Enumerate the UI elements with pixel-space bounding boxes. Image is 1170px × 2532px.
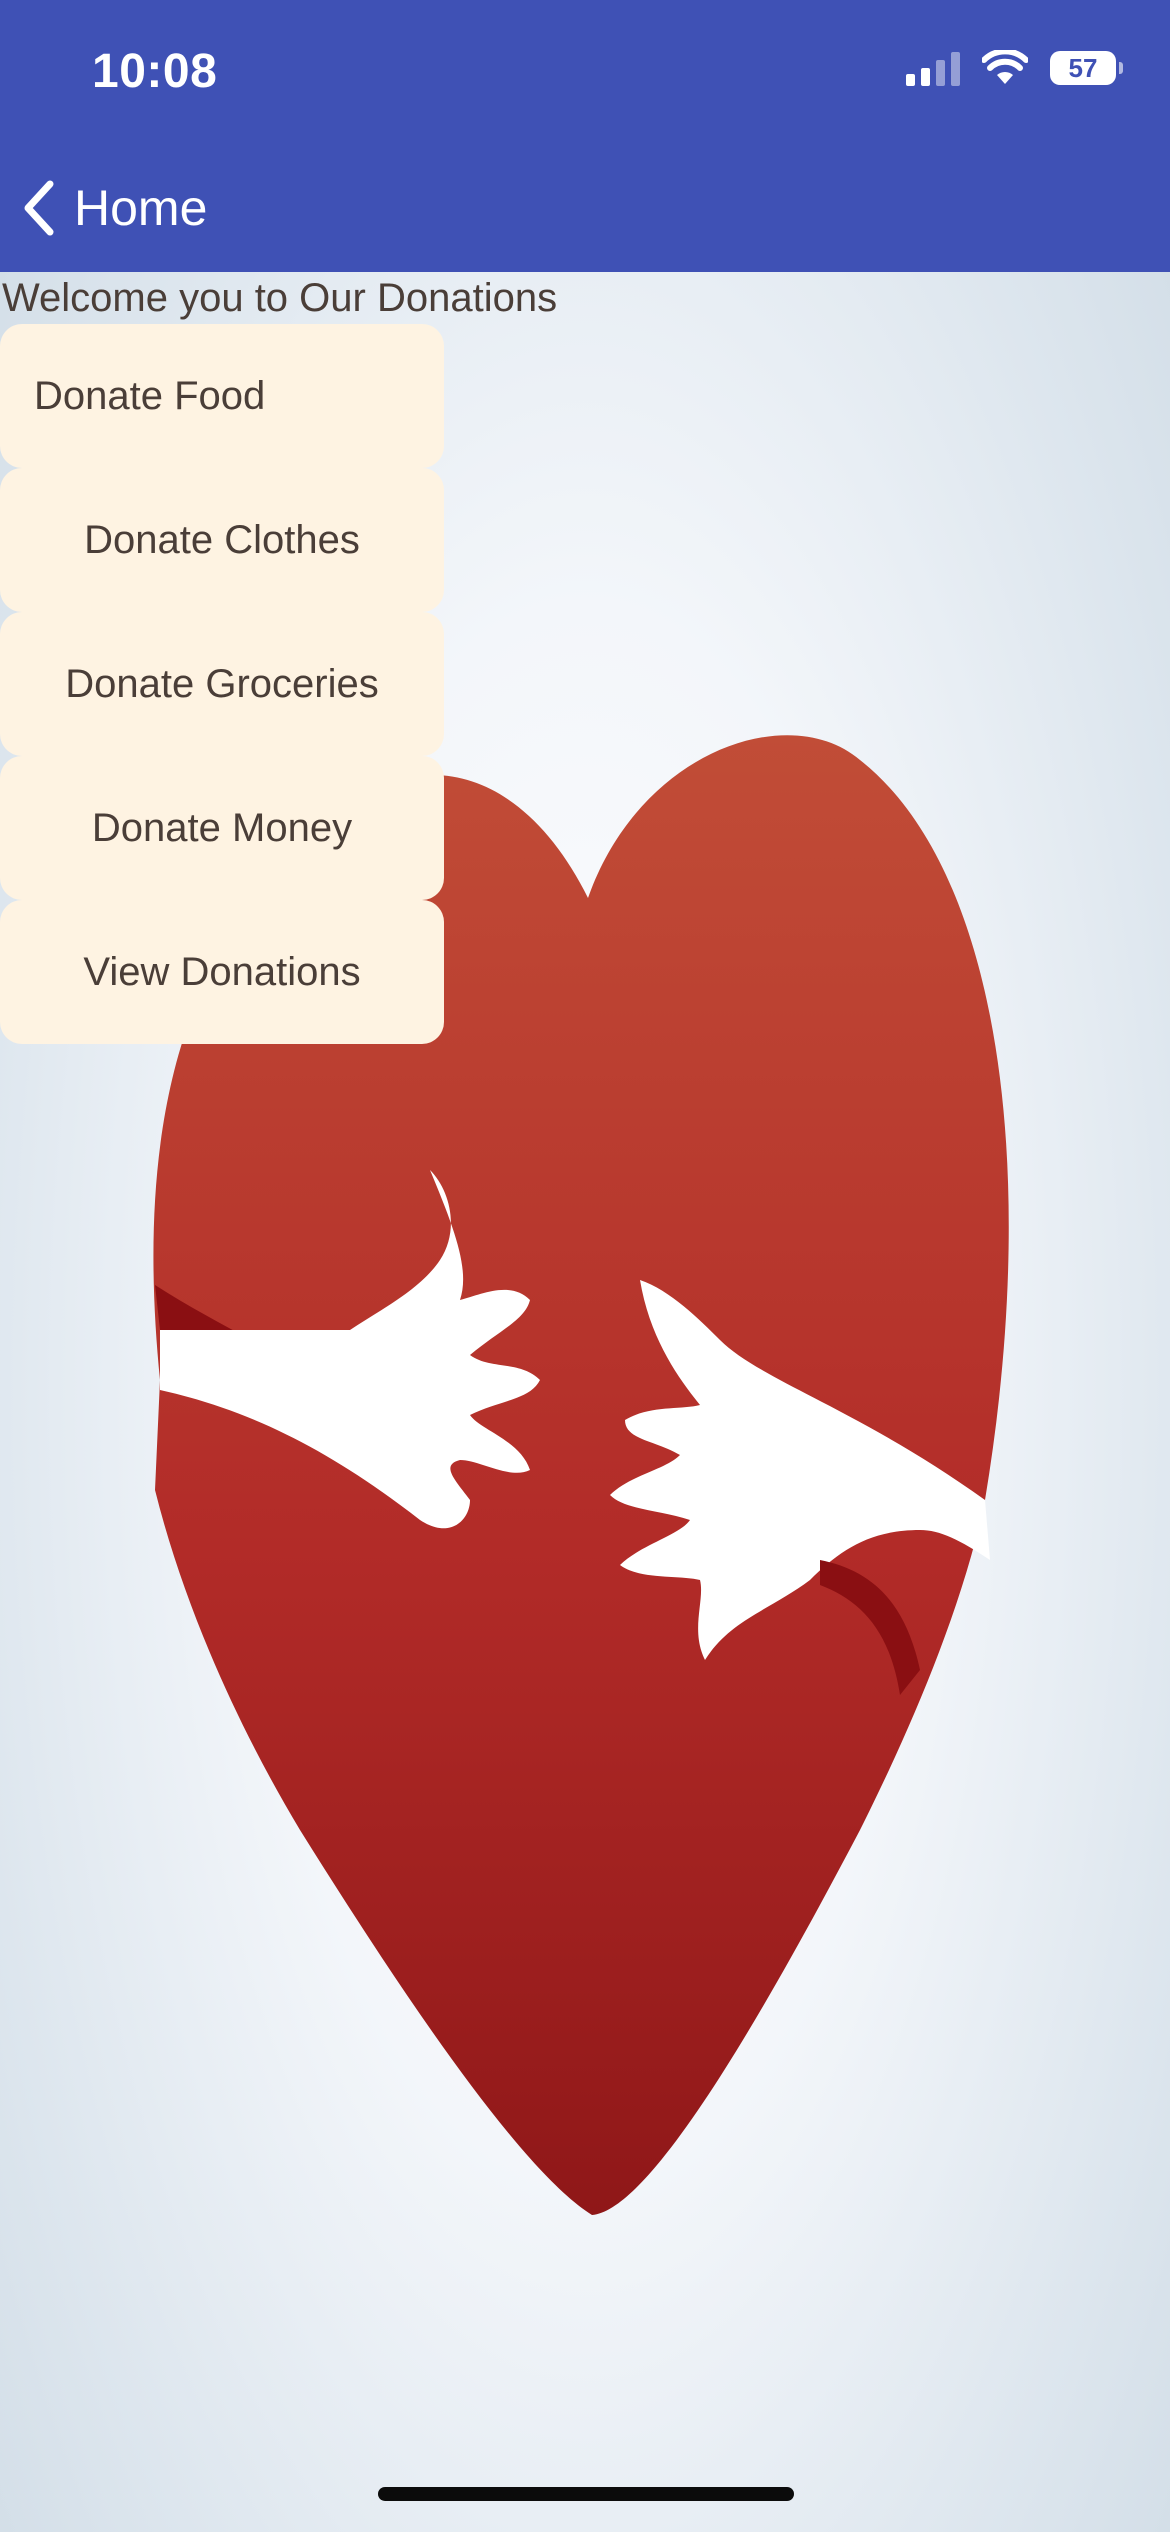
- chevron-left-icon: [24, 180, 54, 236]
- donate-food-button[interactable]: Donate Food: [0, 324, 444, 468]
- back-label: Home: [74, 180, 208, 236]
- donate-money-button[interactable]: Donate Money: [0, 756, 444, 900]
- status-time: 10:08: [92, 45, 218, 98]
- app-header: 10:08 57 Home: [0, 0, 1170, 272]
- donate-groceries-button[interactable]: Donate Groceries: [0, 612, 444, 756]
- back-button[interactable]: Home: [0, 179, 207, 237]
- home-indicator[interactable]: [378, 2487, 794, 2501]
- status-icons: 57: [906, 50, 1123, 86]
- battery-icon: 57: [1050, 51, 1123, 85]
- battery-level: 57: [1068, 52, 1098, 83]
- view-donations-button[interactable]: View Donations: [0, 900, 444, 1044]
- donations-screen: 10:08 57 Home Welcome you to Our Donatio…: [0, 0, 1170, 2532]
- cellular-signal-icon: [906, 50, 960, 86]
- donate-clothes-button[interactable]: Donate Clothes: [0, 468, 444, 612]
- navigation-bar: Home: [0, 160, 207, 256]
- welcome-heading: Welcome you to Our Donations: [2, 276, 558, 320]
- wifi-icon: [982, 50, 1028, 84]
- donation-menu: Donate Food Donate Clothes Donate Grocer…: [0, 324, 444, 1044]
